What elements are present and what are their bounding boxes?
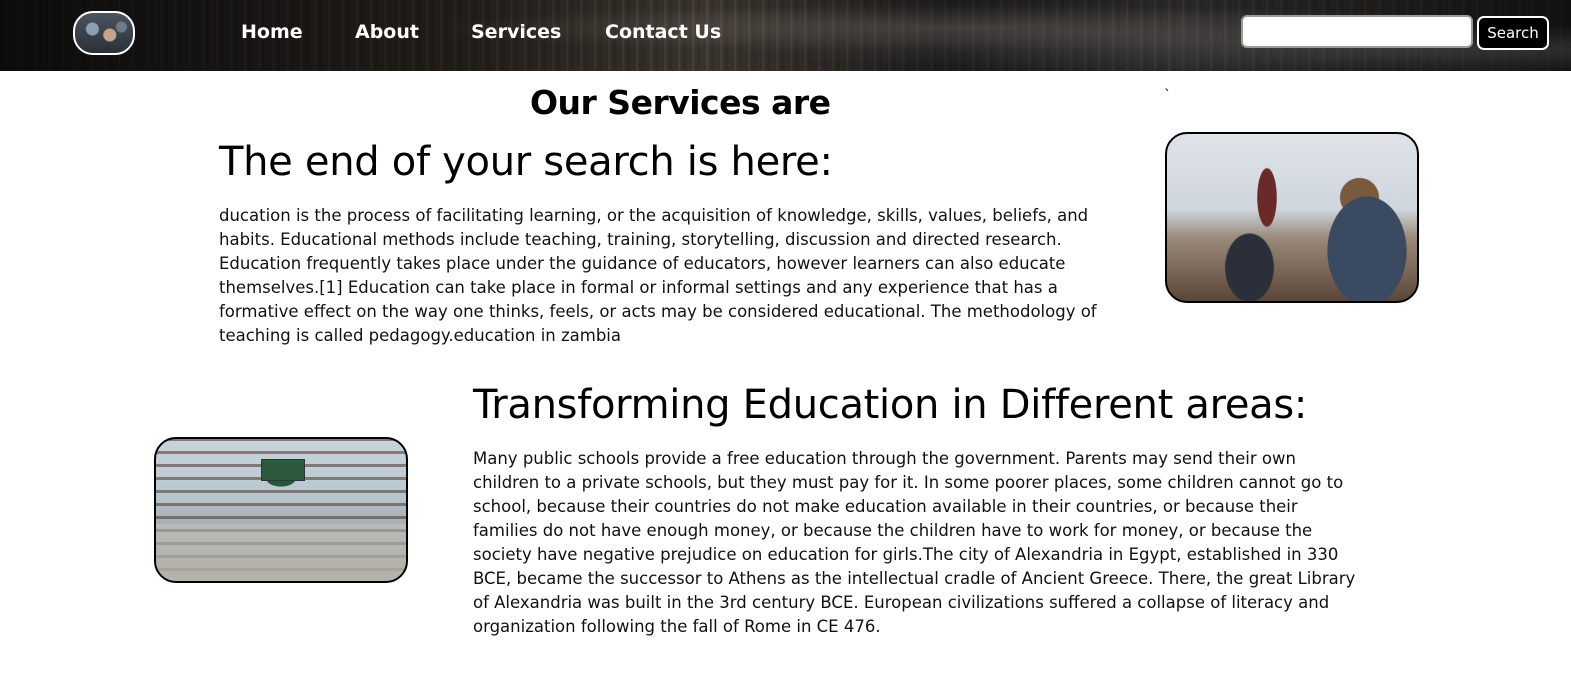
nav-services-link[interactable]: Services [471, 21, 561, 43]
section1-text: ducation is the process of facilitating … [219, 206, 1097, 345]
nav-contact-link[interactable]: Contact Us [605, 21, 721, 43]
site-header: Home About Services Contact Us Search [0, 0, 1571, 71]
search-button[interactable]: Search [1477, 16, 1549, 50]
nav-home-link[interactable]: Home [241, 21, 303, 43]
nav-about-link[interactable]: About [355, 21, 419, 43]
section1-title: The end of your search is here: [219, 139, 833, 185]
search-input[interactable] [1241, 15, 1473, 48]
section2-text: Many public schools provide a free educa… [473, 449, 1356, 636]
classroom-photo [1165, 132, 1419, 303]
stray-mark: ` [1164, 88, 1171, 104]
page-title: Our Services are [530, 83, 831, 122]
section2-title: Transforming Education in Different area… [473, 382, 1308, 428]
empty-classroom-photo [154, 437, 408, 583]
logo[interactable] [73, 11, 135, 55]
